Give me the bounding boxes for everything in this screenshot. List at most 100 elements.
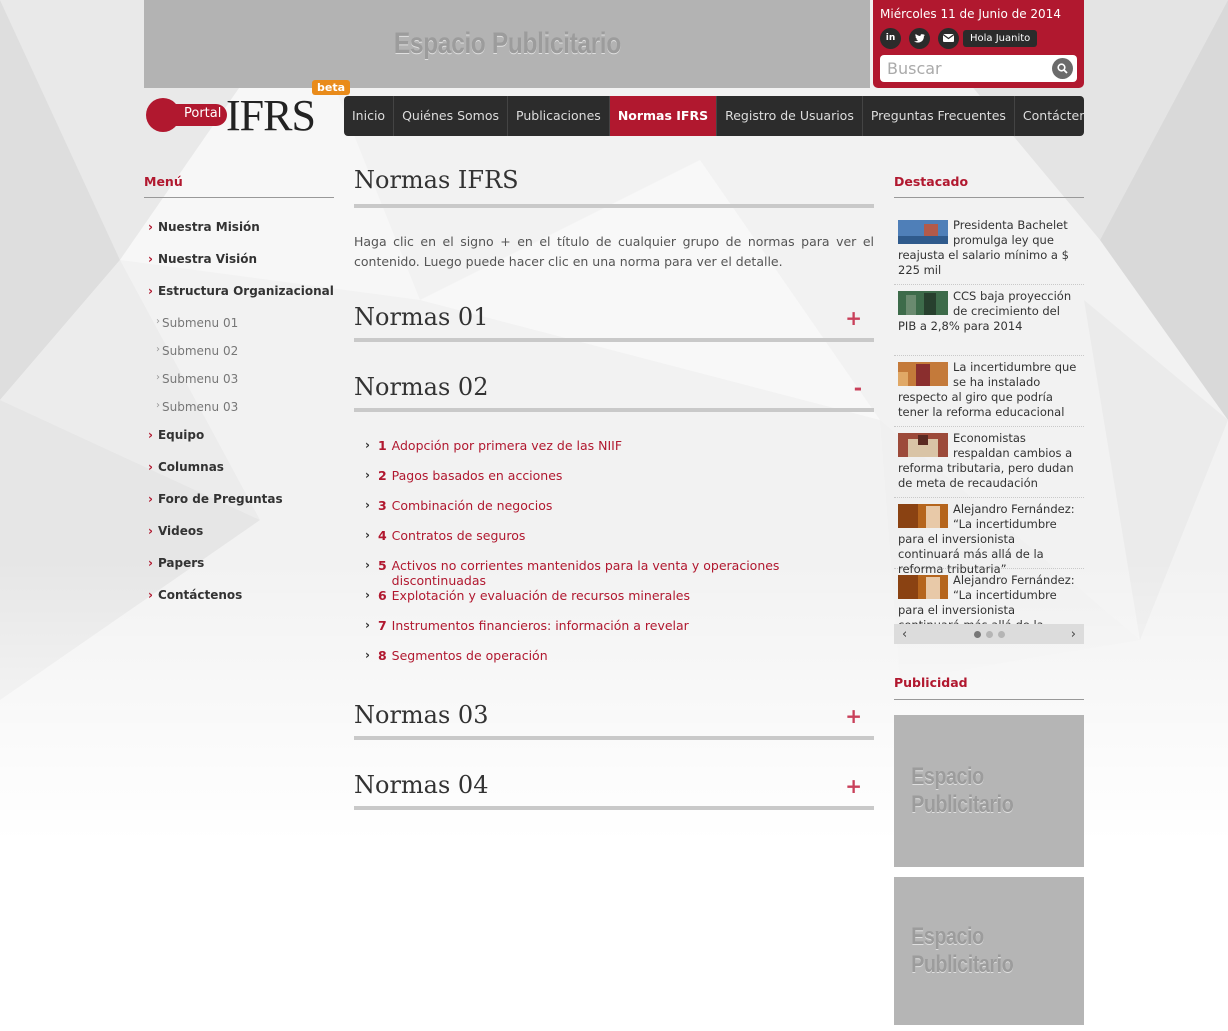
sidebar-item-videos[interactable]: › Videos: [148, 524, 338, 556]
twitter-icon[interactable]: [909, 27, 930, 49]
nav-item-normas-ifrs[interactable]: Normas IFRS: [609, 96, 718, 136]
nav-item-registro[interactable]: Registro de Usuarios: [717, 96, 863, 136]
norm-item[interactable]: › 6 Explotación y evaluación de recursos m…: [365, 588, 874, 618]
chevron-right-icon: ›: [365, 588, 370, 602]
chevron-right-icon: ›: [148, 252, 153, 266]
norm-link[interactable]: Adopción por primera vez de las NIIF: [392, 438, 622, 453]
site-logo[interactable]: Portal IFRS beta: [144, 80, 351, 140]
social-links: in Hola Juanito: [880, 27, 1077, 49]
expand-icon[interactable]: +: [845, 306, 862, 330]
header-box: Miércoles 11 de Junio de 2014 in Hola Ju…: [873, 0, 1084, 88]
norm-item[interactable]: › 7 Instrumentos financieros: información …: [365, 618, 874, 648]
top-ad-banner[interactable]: Espacio Publicitario: [144, 0, 870, 88]
collapse-icon[interactable]: -: [854, 376, 862, 400]
sidebar-menu: › Nuestra Misión › Nuestra Visión › Estruct…: [148, 220, 338, 620]
sidebar-subitem[interactable]: › Submenu 03: [148, 372, 338, 400]
divider: [354, 736, 874, 740]
chevron-right-icon: ›: [365, 498, 370, 512]
search-input[interactable]: [880, 55, 1040, 82]
chevron-right-icon: ›: [365, 558, 370, 572]
norm-link[interactable]: Activos no corrientes mantenidos para la…: [392, 558, 874, 588]
nav-item-inicio[interactable]: Inicio: [344, 96, 395, 136]
sidebar-item-foro[interactable]: › Foro de Preguntas: [148, 492, 338, 524]
news-item[interactable]: Presidenta Bachelet promulga ley que rea…: [894, 214, 1084, 285]
divider: [354, 338, 874, 342]
news-item[interactable]: Alejandro Fernández: “La incertidumbre p…: [894, 498, 1084, 576]
chevron-left-icon[interactable]: ‹: [902, 627, 907, 642]
chevron-right-icon: ›: [156, 316, 160, 327]
side-ad-banner[interactable]: Espacio Publicitario: [894, 715, 1084, 867]
norm-item[interactable]: › 1 Adopción por primera vez de las NIIF: [365, 438, 874, 468]
side-ad-banner[interactable]: Espacio Publicitario: [894, 877, 1084, 1025]
expand-icon[interactable]: +: [845, 704, 862, 728]
chevron-right-icon: ›: [148, 492, 153, 506]
group-title: Normas 03: [354, 701, 489, 729]
normas-group-04[interactable]: Normas 04 +: [354, 764, 874, 810]
sidebar-subitem[interactable]: › Submenu 03: [148, 400, 338, 428]
news-item[interactable]: La incertidumbre que se ha instalado res…: [894, 356, 1084, 427]
norm-item[interactable]: › 4 Contratos de seguros: [365, 528, 874, 558]
search-button[interactable]: [1052, 58, 1073, 79]
sidebar-item-vision[interactable]: › Nuestra Visión: [148, 252, 338, 284]
news-thumbnail: [898, 362, 948, 386]
news-item[interactable]: Economistas respaldan cambios a reforma …: [894, 427, 1084, 498]
news-item[interactable]: CCS baja proyección de crecimiento del P…: [894, 285, 1084, 356]
chevron-right-icon: ›: [148, 428, 153, 442]
chevron-right-icon: ›: [148, 524, 153, 538]
chevron-right-icon: ›: [148, 588, 153, 602]
sidebar-item-label: Videos: [157, 524, 204, 538]
news-thumbnail: [898, 575, 948, 599]
norm-list: › 1 Adopción por primera vez de las NIIF ›…: [365, 438, 874, 678]
norm-item[interactable]: › 8 Segmentos de operación: [365, 648, 874, 678]
sidebar-item-mision[interactable]: › Nuestra Misión: [148, 220, 338, 252]
norm-link[interactable]: Explotación y evaluación de recursos min…: [392, 588, 690, 603]
search-box: [880, 55, 1077, 82]
expand-icon[interactable]: +: [845, 774, 862, 798]
nav-item-contactenos[interactable]: Contáctenos: [1015, 96, 1084, 136]
carousel-dot[interactable]: [985, 630, 993, 638]
news-thumbnail: [898, 220, 948, 244]
sidebar-item-equipo[interactable]: › Equipo: [148, 428, 338, 460]
user-greeting[interactable]: Hola Juanito: [963, 29, 1038, 47]
chevron-right-icon: ›: [156, 372, 160, 383]
norm-link[interactable]: Combinación de negocios: [392, 498, 553, 513]
chevron-right-icon: ›: [365, 648, 370, 662]
intro-text: Haga clic en el signo + en el título de …: [354, 234, 874, 269]
nav-item-quienes-somos[interactable]: Quiénes Somos: [394, 96, 509, 136]
norm-link[interactable]: Pagos basados en acciones: [392, 468, 563, 483]
linkedin-icon[interactable]: in: [880, 27, 901, 49]
sidebar-item-estructura[interactable]: › Estructura Organizacional: [148, 284, 338, 316]
normas-group-02[interactable]: Normas 02 -: [354, 366, 874, 412]
norm-number: 8: [377, 648, 387, 663]
chevron-right-icon[interactable]: ›: [1071, 627, 1076, 642]
sidebar-item-columnas[interactable]: › Columnas: [148, 460, 338, 492]
norm-link[interactable]: Instrumentos financieros: información a …: [392, 618, 689, 633]
norm-item[interactable]: › 3 Combinación de negocios: [365, 498, 874, 528]
normas-group-01[interactable]: Normas 01 +: [354, 296, 874, 342]
publicidad-title: Publicidad: [894, 675, 968, 690]
sidebar-item-contactenos[interactable]: › Contáctenos: [148, 588, 338, 620]
norm-link[interactable]: Contratos de seguros: [392, 528, 526, 543]
beta-badge: beta: [312, 80, 351, 95]
mail-icon[interactable]: [938, 27, 959, 49]
nav-item-preguntas[interactable]: Preguntas Frecuentes: [863, 96, 1015, 136]
divider: [894, 699, 1084, 700]
current-date: Miércoles 11 de Junio de 2014: [880, 7, 1061, 21]
nav-item-publicaciones[interactable]: Publicaciones: [508, 96, 610, 136]
norm-number: 6: [377, 588, 387, 603]
news-thumbnail: [898, 433, 948, 457]
sidebar-item-papers[interactable]: › Papers: [148, 556, 338, 588]
sidebar-subitem[interactable]: › Submenu 02: [148, 344, 338, 372]
sidebar-subitem[interactable]: › Submenu 01: [148, 316, 338, 344]
carousel-dot[interactable]: [973, 630, 981, 638]
news-thumbnail: [898, 504, 948, 528]
norm-item[interactable]: › 5 Activos no corrientes mantenidos para …: [365, 558, 874, 588]
chevron-right-icon: ›: [156, 344, 160, 355]
carousel-dot[interactable]: [997, 630, 1005, 638]
norm-item[interactable]: › 2 Pagos basados en acciones: [365, 468, 874, 498]
sidebar-item-label: Equipo: [157, 428, 205, 442]
search-icon: [1057, 63, 1068, 74]
normas-group-03[interactable]: Normas 03 +: [354, 694, 874, 740]
norm-link[interactable]: Segmentos de operación: [392, 648, 548, 663]
divider: [354, 204, 874, 208]
